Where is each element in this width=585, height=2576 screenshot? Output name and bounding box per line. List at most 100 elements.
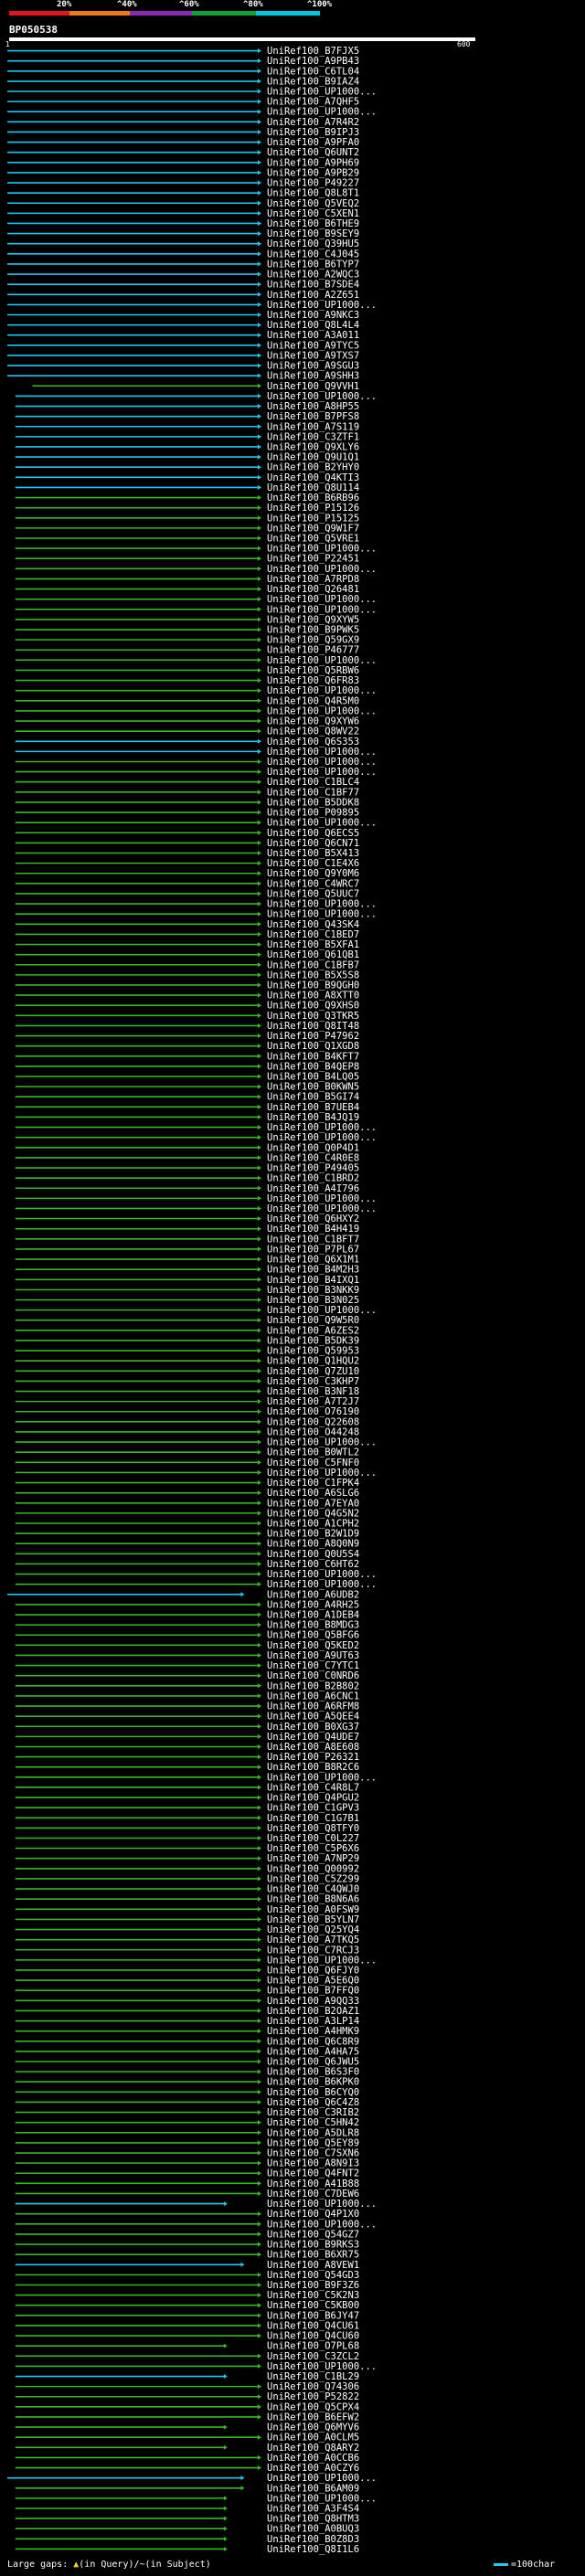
hit-arrow [258, 1490, 261, 1496]
hit-arrow [258, 952, 261, 958]
hit-arrow [258, 2039, 261, 2044]
hit-arrow [258, 1815, 261, 1820]
hit-arrow [258, 1054, 261, 1059]
hit-arrow [258, 2140, 261, 2146]
hit-arrow [258, 2434, 261, 2440]
hit-arrow [258, 769, 261, 775]
hit-arrow [258, 363, 261, 368]
hit-arrow [223, 2546, 228, 2551]
hit-arrow [258, 1389, 261, 1394]
hit-arrow [258, 657, 261, 663]
hit-arrow [258, 313, 261, 318]
hit-arrow [258, 1114, 261, 1119]
hit-arrow [258, 820, 261, 825]
hit-arrow [258, 779, 261, 785]
hit-arrow [258, 1318, 261, 1323]
hit-arrow [258, 1023, 261, 1028]
hit-arrow [258, 2079, 261, 2084]
hit-arrow [258, 1378, 261, 1383]
hit-arrow [258, 972, 261, 978]
hit-arrow [258, 1246, 261, 1252]
hit-arrow [258, 525, 261, 531]
hit-arrow [258, 1429, 261, 1435]
hit-arrow [258, 810, 261, 815]
hit-arrow [258, 1012, 261, 1018]
hit-arrow [258, 1683, 261, 1689]
hit-arrow [258, 1572, 261, 1577]
hit-arrow [258, 1876, 261, 1882]
hit-arrow [258, 1775, 261, 1780]
hit-arrow [258, 678, 261, 684]
scale-legend: =100char [494, 2560, 555, 2570]
hit-arrow [258, 1916, 261, 1922]
hit-arrow [240, 1592, 245, 1597]
hit-arrow [258, 1287, 261, 1292]
hit-arrow [258, 2231, 261, 2237]
hit-arrow [258, 962, 261, 968]
hit-arrow [258, 931, 261, 937]
hit-arrow [258, 2190, 261, 2196]
legend-large-gaps: Large gaps: [7, 2560, 74, 2570]
hit-arrow [258, 2454, 261, 2460]
hit-arrow [258, 688, 261, 694]
hit-arrow [258, 2242, 261, 2247]
hit-arrow [258, 576, 261, 581]
hit-arrow [258, 891, 261, 896]
hit-arrow [258, 1165, 261, 1171]
hit-arrow [258, 1602, 261, 1607]
legend: Large gaps: ▲(in Query)/~(in Subject) [7, 2560, 211, 2570]
hit-arrow [258, 220, 261, 226]
hit-arrow [258, 2019, 261, 2024]
hit-arrow [258, 1521, 261, 1526]
hit-arrow [258, 1937, 261, 1943]
hit-arrow [258, 505, 261, 511]
hit-arrow [258, 2404, 261, 2410]
hit-label[interactable]: UniRef100_Q8I1L6 [267, 2544, 359, 2555]
hit-arrow [258, 2323, 261, 2328]
hit-arrow [258, 607, 261, 612]
hit-arrow [258, 921, 261, 927]
hit-arrow [258, 58, 261, 64]
hit-arrow [258, 2293, 261, 2298]
hit-arrow [258, 89, 261, 94]
hit-arrow [258, 271, 261, 277]
hit-arrow [258, 170, 261, 175]
hit-arrow [258, 2110, 261, 2115]
hit-arrow [258, 424, 261, 429]
hit-arrow [258, 738, 261, 744]
hit-arrow [258, 1338, 261, 1343]
hit-arrow [258, 1358, 261, 1363]
hit-arrow [258, 1298, 261, 1302]
hit-arrow [258, 302, 261, 307]
hit-arrow [258, 2049, 261, 2054]
legend-scale-note: =100char [511, 2560, 556, 2570]
hit-arrow [223, 2506, 228, 2511]
hit-arrow [258, 1409, 261, 1415]
hit-arrow [258, 1825, 261, 1830]
hit-arrow [258, 1328, 261, 1333]
hit-arrow [258, 333, 261, 338]
hit-arrow [258, 1256, 261, 1262]
hit-arrow [258, 718, 261, 724]
scale-swatch [494, 2562, 508, 2566]
hit-arrow [258, 597, 261, 602]
hit-arrow [258, 1723, 261, 1729]
hit-arrow [258, 1044, 261, 1049]
hit-arrow [258, 881, 261, 886]
hit-arrow [258, 474, 261, 480]
hit-arrow [258, 1582, 261, 1587]
hit-arrow [258, 1094, 261, 1099]
hit-arrow [258, 1551, 261, 1556]
hit-arrow [258, 1226, 261, 1232]
hit-arrow [258, 99, 261, 104]
hit-arrow [258, 1216, 261, 1222]
hit-arrow [258, 1632, 261, 1638]
hit-arrow [258, 2130, 261, 2136]
hit-arrow [258, 1541, 261, 1546]
hit-arrow [258, 2008, 261, 2013]
hit-arrow [240, 2486, 245, 2491]
hit-arrow [258, 1795, 261, 1800]
hit-arrow [258, 1084, 261, 1089]
hit-arrow [258, 1500, 261, 1506]
hit-arrow [258, 1652, 261, 1658]
